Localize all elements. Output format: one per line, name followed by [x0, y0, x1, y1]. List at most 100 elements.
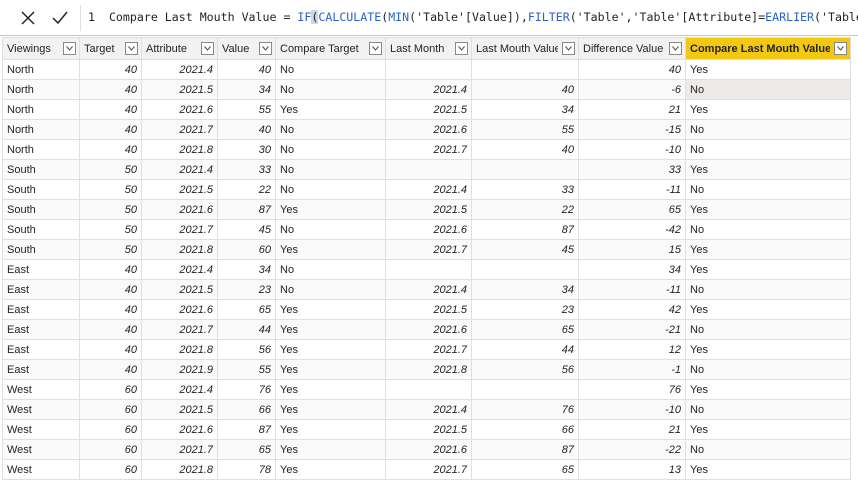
table-cell[interactable]: 42 — [578, 299, 686, 320]
table-cell[interactable]: No — [275, 179, 386, 200]
table-cell[interactable]: 76 — [217, 379, 276, 400]
table-cell[interactable] — [471, 159, 579, 180]
table-cell[interactable]: 40 — [79, 59, 142, 80]
table-cell[interactable]: 55 — [471, 119, 579, 140]
table-cell[interactable]: No — [685, 279, 851, 300]
table-cell[interactable]: 65 — [217, 439, 276, 460]
table-cell[interactable]: No — [275, 59, 386, 80]
table-cell[interactable]: East — [2, 339, 80, 360]
table-cell[interactable]: 2021.6 — [141, 99, 218, 120]
table-cell[interactable]: 30 — [217, 139, 276, 160]
table-cell[interactable]: 2021.6 — [385, 219, 472, 240]
table-cell[interactable]: -11 — [578, 279, 686, 300]
table-cell[interactable]: 2021.8 — [141, 239, 218, 260]
table-cell[interactable]: 87 — [217, 419, 276, 440]
table-cell[interactable]: 2021.5 — [141, 279, 218, 300]
table-cell[interactable]: 44 — [471, 339, 579, 360]
table-cell[interactable]: 2021.8 — [141, 139, 218, 160]
column-header[interactable]: Value — [217, 37, 276, 60]
table-cell[interactable]: 2021.7 — [141, 439, 218, 460]
table-cell[interactable]: 2021.7 — [141, 319, 218, 340]
table-cell[interactable]: Yes — [275, 459, 386, 480]
table-cell[interactable]: South — [2, 219, 80, 240]
table-cell[interactable]: 40 — [79, 259, 142, 280]
table-cell[interactable]: West — [2, 419, 80, 440]
column-header[interactable]: Viewings — [2, 37, 80, 60]
table-cell[interactable]: 60 — [79, 379, 142, 400]
table-cell[interactable]: No — [275, 139, 386, 160]
table-cell[interactable]: 56 — [217, 339, 276, 360]
table-cell[interactable]: West — [2, 379, 80, 400]
table-cell[interactable]: 2021.6 — [385, 319, 472, 340]
table-cell[interactable]: 65 — [217, 299, 276, 320]
table-cell[interactable]: 60 — [79, 419, 142, 440]
table-cell[interactable]: 60 — [79, 459, 142, 480]
table-cell[interactable]: -22 — [578, 439, 686, 460]
table-cell[interactable]: 2021.4 — [141, 159, 218, 180]
table-cell[interactable]: 15 — [578, 239, 686, 260]
column-filter-button[interactable] — [669, 42, 682, 55]
table-cell[interactable]: 2021.4 — [141, 259, 218, 280]
table-cell[interactable]: 40 — [471, 139, 579, 160]
table-cell[interactable]: 2021.4 — [385, 79, 472, 100]
table-cell[interactable]: No — [685, 219, 851, 240]
table-cell[interactable]: No — [685, 399, 851, 420]
table-cell[interactable]: 2021.5 — [385, 99, 472, 120]
table-cell[interactable]: 2021.5 — [141, 399, 218, 420]
column-filter-button[interactable] — [562, 42, 575, 55]
table-cell[interactable]: 34 — [471, 279, 579, 300]
table-cell[interactable] — [471, 259, 579, 280]
column-header[interactable]: Difference Value — [578, 37, 686, 60]
table-cell[interactable]: 2021.8 — [385, 359, 472, 380]
column-filter-button[interactable] — [369, 42, 382, 55]
table-cell[interactable]: 33 — [578, 159, 686, 180]
table-cell[interactable]: -15 — [578, 119, 686, 140]
table-cell[interactable]: East — [2, 319, 80, 340]
table-cell[interactable]: 2021.7 — [141, 219, 218, 240]
table-cell[interactable]: 66 — [471, 419, 579, 440]
table-cell[interactable]: -11 — [578, 179, 686, 200]
table-cell[interactable]: 22 — [217, 179, 276, 200]
table-cell[interactable]: Yes — [275, 199, 386, 220]
column-header[interactable]: Last Mouth Value — [471, 37, 579, 60]
table-cell[interactable]: East — [2, 299, 80, 320]
table-cell[interactable]: Yes — [685, 239, 851, 260]
table-cell[interactable]: 33 — [471, 179, 579, 200]
table-cell[interactable]: 33 — [217, 159, 276, 180]
table-cell[interactable]: 2021.5 — [141, 179, 218, 200]
table-cell[interactable] — [385, 379, 472, 400]
commit-formula-button[interactable] — [45, 4, 75, 32]
table-cell[interactable]: 50 — [79, 199, 142, 220]
table-cell[interactable]: 34 — [217, 259, 276, 280]
table-cell[interactable]: Yes — [275, 339, 386, 360]
table-cell[interactable]: No — [685, 439, 851, 460]
table-cell[interactable]: 56 — [471, 359, 579, 380]
table-cell[interactable]: 66 — [217, 399, 276, 420]
table-cell[interactable]: 50 — [79, 159, 142, 180]
table-cell[interactable]: 40 — [217, 119, 276, 140]
table-cell[interactable]: 2021.9 — [141, 359, 218, 380]
table-cell[interactable]: 2021.4 — [385, 399, 472, 420]
table-cell[interactable]: No — [685, 359, 851, 380]
table-cell[interactable]: 12 — [578, 339, 686, 360]
column-filter-button[interactable] — [455, 42, 468, 55]
table-cell[interactable]: No — [685, 179, 851, 200]
table-cell[interactable]: 40 — [79, 279, 142, 300]
table-cell[interactable]: 40 — [578, 59, 686, 80]
table-cell[interactable]: Yes — [685, 299, 851, 320]
table-cell[interactable]: No — [685, 119, 851, 140]
table-cell[interactable]: Yes — [275, 379, 386, 400]
table-cell[interactable]: Yes — [275, 99, 386, 120]
table-cell[interactable]: No — [275, 79, 386, 100]
column-filter-button[interactable] — [259, 42, 272, 55]
table-cell[interactable] — [385, 159, 472, 180]
table-cell[interactable]: 2021.7 — [141, 119, 218, 140]
table-cell[interactable]: 2021.7 — [385, 459, 472, 480]
table-cell[interactable]: Yes — [685, 259, 851, 280]
column-filter-button[interactable] — [125, 42, 138, 55]
table-cell[interactable]: 40 — [79, 119, 142, 140]
table-cell[interactable]: 40 — [471, 79, 579, 100]
table-cell[interactable]: 65 — [578, 199, 686, 220]
table-cell[interactable]: 2021.4 — [141, 379, 218, 400]
column-header[interactable]: Attribute — [141, 37, 218, 60]
